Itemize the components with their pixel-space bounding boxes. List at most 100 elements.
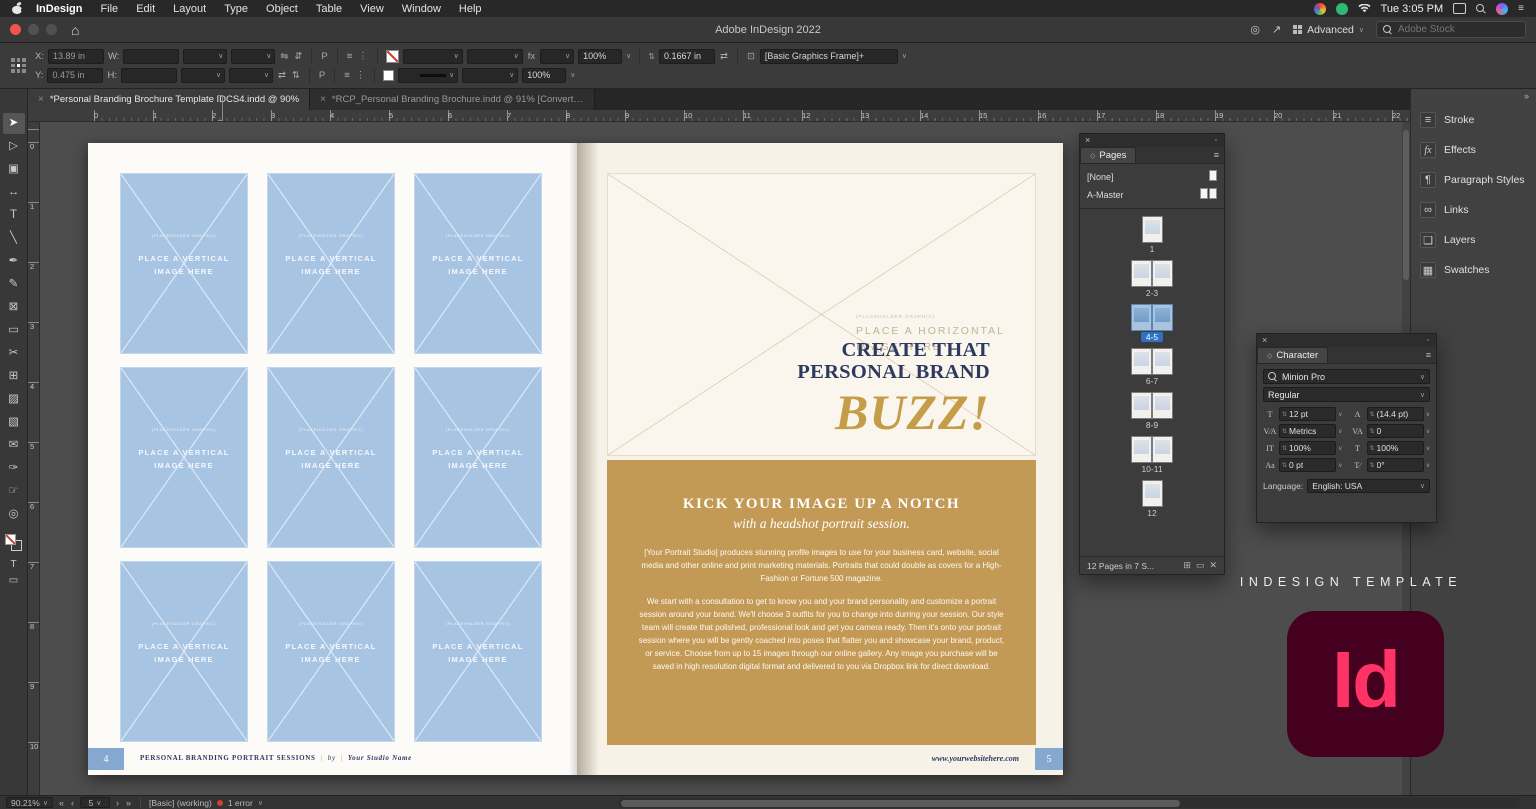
stroke-color-swatch[interactable] <box>386 50 399 63</box>
master-item-a-master[interactable]: A-Master <box>1087 186 1217 204</box>
share-icon[interactable]: ↗ <box>1272 23 1281 36</box>
first-page-button[interactable]: « <box>58 798 65 808</box>
menubar-item-indesign[interactable]: InDesign <box>27 3 91 15</box>
chevron-down-icon[interactable]: ∨ <box>1338 411 1342 418</box>
menubar-app-icon[interactable] <box>1314 3 1326 15</box>
align-icon[interactable]: ≡ <box>346 51 354 62</box>
kerning-field[interactable]: V∕A⇅Metrics∨ <box>1263 424 1343 438</box>
placeholder-image-frame[interactable]: (PLACEHOLDER GRAPHIC)PLACE A VERTICALIMA… <box>414 173 542 354</box>
horizontal-scrollbar[interactable] <box>618 798 1520 808</box>
selection-tool[interactable]: ➤ <box>3 113 25 134</box>
opacity-field[interactable]: 100% <box>578 49 622 64</box>
menubar-clock[interactable]: Tue 3:05 PM <box>1381 3 1444 15</box>
gold-text-box[interactable]: KICK YOUR IMAGE UP A NOTCH with a headsh… <box>607 460 1036 745</box>
panel-button-stroke[interactable]: ≡Stroke <box>1411 105 1536 135</box>
document-tab-2[interactable]: ×*RCP_Personal Branding Brochure.indd @ … <box>310 89 595 110</box>
menubar-item-table[interactable]: Table <box>307 3 351 15</box>
siri-icon[interactable] <box>1496 3 1508 15</box>
placeholder-image-frame[interactable]: (PLACEHOLDER GRAPHIC)PLACE A VERTICALIMA… <box>414 561 542 742</box>
horizontal-ruler[interactable]: 012345678910111213141516171819202122 <box>28 110 1410 122</box>
chevron-down-icon[interactable]: ∨ <box>1426 428 1430 435</box>
page-tool[interactable]: ▣ <box>3 159 25 180</box>
line-tool[interactable]: ╲ <box>3 228 25 249</box>
chevron-down-icon[interactable]: ∨ <box>1338 462 1342 469</box>
gradient-feather-tool[interactable]: ▧ <box>3 412 25 433</box>
vertical-scale-field[interactable]: IT⇅100%∨ <box>1263 441 1343 455</box>
panel-button-effects[interactable]: fxEffects <box>1411 135 1536 165</box>
chevron-down-icon[interactable]: ∨ <box>1338 428 1342 435</box>
menubar-item-type[interactable]: Type <box>215 3 257 15</box>
preflight-error-menu[interactable]: 1 error <box>228 798 253 808</box>
scissors-tool[interactable]: ✂ <box>3 343 25 364</box>
page-thumbnail-6-7[interactable]: 6-7 <box>1131 348 1173 386</box>
tab-pages[interactable]: ◇ Pages <box>1080 147 1136 163</box>
buzz-text[interactable]: BUZZ! <box>835 383 990 441</box>
align-icon-2[interactable]: ≡ <box>343 70 351 81</box>
fill-color-swatch[interactable] <box>383 70 394 81</box>
document-tab-1[interactable]: ×*Personal Branding Brochure Template ID… <box>28 89 310 110</box>
menubar-item-help[interactable]: Help <box>450 3 491 15</box>
corner-options-select[interactable]: ∨ <box>462 68 518 83</box>
panel-menu-icon[interactable]: ≡ <box>1426 350 1431 360</box>
note-tool[interactable]: ✉ <box>3 435 25 456</box>
new-page-icon[interactable]: ▭ <box>1196 560 1205 571</box>
flip-vertical-icon[interactable]: ⇵ <box>293 51 303 62</box>
panel-button-paragraph-styles[interactable]: ¶Paragraph Styles <box>1411 165 1536 195</box>
free-transform-tool[interactable]: ⊞ <box>3 366 25 387</box>
page-thumbnail-2-3[interactable]: 2-3 <box>1131 260 1173 298</box>
reference-point-grid[interactable] <box>11 58 26 73</box>
preflight-profile-label[interactable]: [Basic] (working) <box>149 798 212 808</box>
panel-collapse-icon[interactable]: ▫ <box>1215 137 1219 144</box>
baseline-shift-field[interactable]: Aa⇅0 pt∨ <box>1263 458 1343 472</box>
panel-collapse-icon[interactable]: ▫ <box>1427 337 1431 344</box>
close-icon[interactable]: × <box>1085 136 1090 145</box>
height-field[interactable] <box>121 68 177 83</box>
workspace-switcher[interactable]: Advanced ∨ <box>1293 24 1364 36</box>
wrap-icon[interactable]: P <box>320 51 328 62</box>
placeholder-image-frame[interactable]: (PLACEHOLDER GRAPHIC)PLACE A VERTICALIMA… <box>120 173 248 354</box>
pen-tool[interactable]: ✒ <box>3 251 25 272</box>
delete-page-icon[interactable]: ✕ <box>1209 560 1217 571</box>
close-icon[interactable]: × <box>1262 336 1267 345</box>
width-field[interactable] <box>123 49 179 64</box>
home-button[interactable]: ⌂ <box>71 22 79 38</box>
stroke-style-select[interactable]: ∨ <box>398 68 458 83</box>
flip-horizontal-icon[interactable]: ⇋ <box>279 51 289 62</box>
hand-tool[interactable]: ☞ <box>3 481 25 502</box>
effects-fx-icon[interactable]: fx <box>527 51 536 62</box>
skew-field[interactable]: T∕⇅0°∨ <box>1351 458 1431 472</box>
edit-page-size-icon[interactable]: ⊞ <box>1183 560 1191 571</box>
constrain-proportions-link-icon[interactable] <box>218 95 223 121</box>
placeholder-image-frame[interactable]: (PLACEHOLDER GRAPHIC)PLACE A VERTICALIMA… <box>267 367 395 548</box>
gradient-swatch-tool[interactable]: ▨ <box>3 389 25 410</box>
rectangle-tool[interactable]: ▭ <box>3 320 25 341</box>
y-position-field[interactable]: 0.475 in <box>47 68 103 83</box>
distribute-icon-2[interactable]: ⋮ <box>355 70 367 81</box>
page-thumbnail-10-11[interactable]: 10-11 <box>1131 436 1173 474</box>
menubar-item-layout[interactable]: Layout <box>164 3 215 15</box>
language-select[interactable]: English: USA ∨ <box>1307 479 1430 493</box>
tab-close-icon[interactable]: × <box>38 94 44 105</box>
type-tool[interactable]: T <box>3 205 25 226</box>
fill-stroke-swatches[interactable] <box>4 533 24 553</box>
rotate-cw-icon[interactable]: ⇄ <box>277 70 287 81</box>
frame-fitting-icon[interactable]: ⊡ <box>746 51 756 62</box>
page-thumbnail-8-9[interactable]: 8-9 <box>1131 392 1173 430</box>
swap-icon[interactable]: ⇄ <box>719 51 729 62</box>
menubar-status-icon[interactable] <box>1336 3 1348 15</box>
gap-stepper-icon[interactable]: ⇅ <box>648 52 655 61</box>
direct-selection-tool[interactable]: ▷ <box>3 136 25 157</box>
stroke-none-swatch[interactable] <box>5 534 16 545</box>
placeholder-image-frame[interactable]: (PLACEHOLDER GRAPHIC)PLACE A VERTICALIMA… <box>267 173 395 354</box>
rotate-ccw-icon[interactable]: ⇅ <box>291 70 301 81</box>
learn-bulb-icon[interactable]: ◎ <box>1250 23 1260 36</box>
tab-close-icon[interactable]: × <box>320 94 326 105</box>
object-style-select[interactable]: [Basic Graphics Frame]+ <box>760 49 898 64</box>
font-family-select[interactable]: Minion Pro ∨ <box>1263 369 1430 384</box>
vertical-ruler[interactable]: 012345678910 <box>28 122 40 795</box>
formatting-affects-text-button[interactable]: T <box>3 557 25 573</box>
scale-x-select[interactable]: ∨ <box>183 49 227 64</box>
panel-button-links[interactable]: ∞Links <box>1411 195 1536 225</box>
adobe-stock-search[interactable] <box>1376 21 1526 38</box>
arrowhead-select[interactable]: ∨ <box>540 49 574 64</box>
